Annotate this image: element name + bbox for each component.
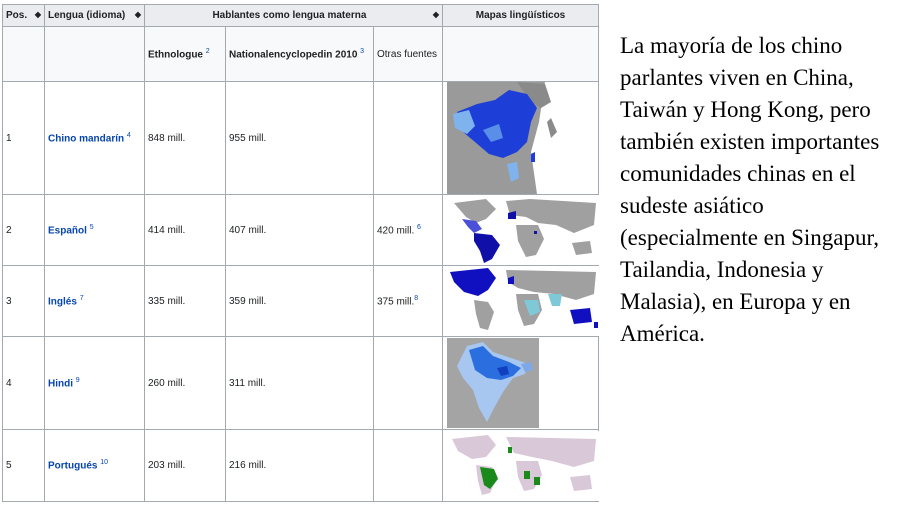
subheader-empty: [44, 26, 145, 82]
cell-language: Chino mandarín 4: [44, 81, 145, 195]
cell-language: Español 5: [44, 194, 145, 266]
cell-ethnologue: 335 mill.: [144, 265, 226, 337]
cell-pos: 2: [2, 194, 45, 266]
sort-icon[interactable]: ◆: [433, 10, 439, 19]
sort-icon[interactable]: ◆: [35, 10, 41, 19]
language-link[interactable]: Portugués: [48, 461, 97, 472]
cell-language: Portugués 10: [44, 429, 145, 502]
subheader-empty: [2, 26, 45, 82]
cell-pos: 4: [2, 336, 45, 430]
table-row: 4 Hindi 9 260 mill. 311 mill.: [2, 336, 600, 430]
cell-other: [372, 336, 444, 430]
language-link[interactable]: Inglés: [48, 296, 77, 307]
ref-link[interactable]: 8: [414, 295, 418, 302]
portuguese-world-map-image[interactable]: [446, 430, 601, 501]
cell-other: 420 mill. 6: [372, 194, 444, 266]
ref-link[interactable]: 10: [100, 459, 108, 466]
table-row: 3 Inglés 7 335 mill. 359 mill. 375 mill.…: [2, 265, 601, 337]
col-header-lang[interactable]: Lengua (idioma) ◆: [44, 4, 145, 27]
cell-nationalencyclopedin: 216 mill.: [225, 429, 374, 502]
cell-ethnologue: 848 mill.: [144, 81, 226, 195]
india-map-image[interactable]: [447, 338, 540, 428]
cell-nationalencyclopedin: 311 mill.: [225, 336, 374, 430]
subheader-other-sources: Otras fuentes: [372, 26, 444, 82]
subheader-ethnologue[interactable]: Ethnologue 2: [144, 26, 226, 82]
cell-ethnologue: 203 mill.: [144, 429, 226, 502]
spanish-world-map-image[interactable]: [446, 195, 601, 265]
cell-language: Inglés 7: [44, 265, 145, 337]
cell-other: [372, 81, 444, 195]
ref-link[interactable]: 5: [90, 224, 94, 231]
map-cell: [442, 336, 600, 430]
subheader-nationalencyclopedin[interactable]: Nationalencyclopedin 2010 3: [225, 26, 374, 82]
side-paragraph: La mayoría de los chino parlantes viven …: [620, 33, 880, 346]
table-row: 1 Chino mandarín 4 848 mill. 955 mill.: [2, 81, 600, 195]
ref-link[interactable]: 9: [76, 377, 80, 384]
ref-link[interactable]: 7: [80, 295, 84, 302]
cell-ethnologue: 414 mill.: [144, 194, 226, 266]
cell-nationalencyclopedin: 407 mill.: [225, 194, 374, 266]
map-cell: [442, 265, 601, 337]
cell-nationalencyclopedin: 359 mill.: [225, 265, 374, 337]
english-world-map-image[interactable]: [446, 266, 601, 336]
table-row: 5 Portugués 10 203 mill. 216 mill.: [2, 429, 601, 502]
col-header-maps: Mapas lingüísticos: [442, 4, 600, 27]
cell-pos: 1: [2, 81, 45, 195]
ref-link[interactable]: 2: [206, 48, 210, 55]
table-row: 2 Español 5 414 mill. 407 mill. 420 mill…: [2, 194, 601, 266]
language-link[interactable]: Hindi: [48, 378, 73, 389]
col-header-speakers[interactable]: Hablantes como lengua materna ◆: [143, 4, 444, 27]
map-cell: [442, 194, 601, 266]
cell-nationalencyclopedin: 955 mill.: [225, 81, 374, 195]
ref-link[interactable]: 3: [360, 48, 364, 55]
china-map-image[interactable]: [447, 82, 562, 194]
cell-ethnologue: 260 mill.: [144, 336, 226, 430]
language-link[interactable]: Chino mandarín: [48, 133, 124, 144]
cell-pos: 3: [2, 265, 45, 337]
map-cell: [442, 81, 600, 195]
ref-link[interactable]: 6: [417, 224, 421, 231]
cell-pos: 5: [2, 429, 45, 502]
cell-other: [372, 429, 444, 502]
languages-table: Pos. ◆ Lengua (idioma) ◆ Hablantes como le…: [2, 4, 601, 502]
col-header-pos[interactable]: Pos. ◆: [2, 4, 45, 27]
sort-icon[interactable]: ◆: [135, 10, 141, 19]
language-link[interactable]: Español: [48, 225, 87, 236]
cell-language: Hindi 9: [44, 336, 145, 430]
map-cell: [442, 429, 601, 502]
ref-link[interactable]: 4: [127, 132, 131, 139]
cell-other: 375 mill.8: [372, 265, 444, 337]
subheader-empty: [442, 26, 600, 82]
